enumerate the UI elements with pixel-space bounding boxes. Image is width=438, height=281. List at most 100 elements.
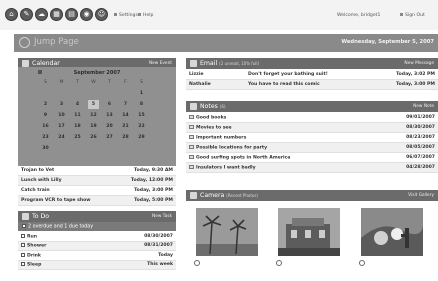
calendar-today[interactable]: 5 xyxy=(88,100,99,109)
palm-trees-photo[interactable] xyxy=(196,208,258,256)
new-note-button[interactable]: New Note xyxy=(413,104,434,109)
note-name: Good surfing spots in North America xyxy=(196,155,291,160)
calendar-day[interactable]: 1 xyxy=(136,89,147,98)
note-date: 08/05/2007 xyxy=(406,144,435,150)
event-row[interactable]: Catch train Today, 3:00 PM xyxy=(18,186,176,196)
email-row[interactable]: Nathalie You have to read this comic Today… xyxy=(186,80,438,90)
calendar-day[interactable]: 15 xyxy=(136,111,147,120)
calendar-day[interactable]: 30 xyxy=(40,144,51,153)
camera-icon[interactable]: ◉ xyxy=(80,8,93,21)
note-row[interactable]: Important numbers 08/23/2007 xyxy=(186,133,438,143)
help-label: Help xyxy=(143,13,154,18)
event-row[interactable]: Lunch with Lilly Today, 12:00 PM xyxy=(18,176,176,186)
calendar-day-of-week: W xyxy=(91,80,96,85)
email-row[interactable]: Lizzie Don't forget your bathing suit! Tod… xyxy=(186,70,438,80)
logo-icon xyxy=(19,37,30,48)
calendar-day[interactable]: 21 xyxy=(120,122,131,131)
new-message-button[interactable]: New Message xyxy=(404,61,434,66)
calendar-day[interactable]: 29 xyxy=(136,133,147,142)
calendar-day[interactable]: 6 xyxy=(104,100,115,109)
task-row[interactable]: Drink Today xyxy=(18,251,176,261)
envelope-icon xyxy=(190,60,197,67)
zoom-icon[interactable] xyxy=(276,260,282,266)
calendar-day-of-week: T xyxy=(76,80,79,85)
building-photo[interactable] xyxy=(278,208,340,256)
task-due: 08/31/2007 xyxy=(144,243,173,248)
help-link[interactable]: Help xyxy=(138,13,153,18)
photo-strip xyxy=(186,202,438,272)
zoom-icon[interactable] xyxy=(359,260,365,266)
note-row[interactable]: Possible locations for party 08/05/2007 xyxy=(186,143,438,153)
calendar-day[interactable]: 18 xyxy=(72,122,83,131)
calendar-day[interactable]: 27 xyxy=(104,133,115,142)
calendar-day[interactable]: 10 xyxy=(56,111,67,120)
email-subject: You have to read this comic xyxy=(248,81,320,87)
task-row[interactable]: Shower 08/31/2007 xyxy=(18,241,176,251)
notes-panel-header: Notes (6) New Note xyxy=(186,101,438,112)
notes-icon xyxy=(190,103,197,110)
note-row[interactable]: Movies to see 08/30/2007 xyxy=(186,123,438,133)
note-name: Insulators I want badly xyxy=(196,165,256,170)
event-row[interactable]: Trojan to Vet Today, 9:30 AM xyxy=(18,166,176,176)
event-time: Today, 5:00 PM xyxy=(134,197,173,203)
calendar-day[interactable]: 19 xyxy=(88,122,99,131)
calendar-day[interactable]: 9 xyxy=(40,111,51,120)
top-toolbar: ⌂ ✎ ☁ ▦ ▤ ◉ ☺ Settings Help Welcome, bri… xyxy=(0,0,438,30)
todo-summary: 2 overdue and 1 due today xyxy=(18,222,176,231)
calendar-day[interactable]: 4 xyxy=(72,100,83,109)
task-row[interactable]: Sleep This week xyxy=(18,260,176,270)
calendar-day[interactable]: 2 xyxy=(40,100,51,109)
document-icon[interactable]: ▤ xyxy=(65,8,78,21)
calendar-icon xyxy=(22,60,29,67)
event-name: Trojan to Vet xyxy=(21,167,55,173)
task-checkbox-icon xyxy=(21,243,25,247)
note-row[interactable]: Good surfing spots in North America 06/07… xyxy=(186,153,438,163)
camera-icon xyxy=(190,192,197,199)
zoom-icon[interactable] xyxy=(194,260,200,266)
settings-link[interactable]: Settings xyxy=(114,13,138,18)
calendar-day[interactable]: 8 xyxy=(136,100,147,109)
new-task-button[interactable]: New Task xyxy=(152,214,172,219)
note-icon xyxy=(189,144,194,149)
email-status: (2 unread, 10% full) xyxy=(219,60,260,66)
note-row[interactable]: Insulators I want badly 04/28/2007 xyxy=(186,163,438,173)
calendar-day[interactable]: 13 xyxy=(104,111,115,120)
task-row[interactable]: Run 08/30/2007 xyxy=(18,232,176,242)
calendar-day[interactable]: 24 xyxy=(56,133,67,142)
calendar-day[interactable]: 23 xyxy=(40,133,51,142)
note-name: Good books xyxy=(196,115,227,120)
calendar-day[interactable]: 26 xyxy=(88,133,99,142)
event-row[interactable]: Program VCR to tape show Today, 5:00 PM xyxy=(18,196,176,206)
calendar-title: Calendar xyxy=(32,59,60,67)
email-subject: Don't forget your bathing suit! xyxy=(248,71,328,77)
cactus-photo[interactable] xyxy=(361,208,423,256)
calendar-day[interactable]: 20 xyxy=(104,122,115,131)
calendar-day[interactable]: 25 xyxy=(72,133,83,142)
calendar-day-of-week: M xyxy=(59,80,64,85)
calendar-day[interactable]: 7 xyxy=(120,100,131,109)
calendar-day[interactable]: 3 xyxy=(56,100,67,109)
signout-link[interactable]: Sign Out xyxy=(400,13,425,18)
calendar-day[interactable]: 12 xyxy=(88,111,99,120)
paperclip-icon[interactable]: ✎ xyxy=(20,8,33,21)
calendar-day[interactable]: 17 xyxy=(56,122,67,131)
new-event-button[interactable]: New Event xyxy=(149,61,172,66)
note-icon xyxy=(189,114,194,119)
visit-gallery-button[interactable]: Visit Gallery xyxy=(408,193,434,198)
event-name: Lunch with Lilly xyxy=(21,177,62,183)
task-checkbox-icon xyxy=(21,262,25,266)
cloud-icon[interactable]: ☁ xyxy=(35,8,48,21)
calendar-icon[interactable]: ▦ xyxy=(50,8,63,21)
note-row[interactable]: Good books 09/01/2007 xyxy=(186,113,438,123)
email-title: Email xyxy=(200,59,218,67)
task-name: Drink xyxy=(27,253,41,258)
calendar-day[interactable]: 11 xyxy=(72,111,83,120)
note-name: Possible locations for party xyxy=(196,145,268,150)
home-icon[interactable]: ⌂ xyxy=(5,8,18,21)
calendar-day[interactable]: 28 xyxy=(120,133,131,142)
calendar-day[interactable]: 22 xyxy=(136,122,147,131)
calendar-day[interactable]: 14 xyxy=(120,111,131,120)
calendar-day[interactable]: 16 xyxy=(40,122,51,131)
event-name: Catch train xyxy=(21,187,50,193)
people-icon[interactable]: ☺ xyxy=(95,8,108,21)
